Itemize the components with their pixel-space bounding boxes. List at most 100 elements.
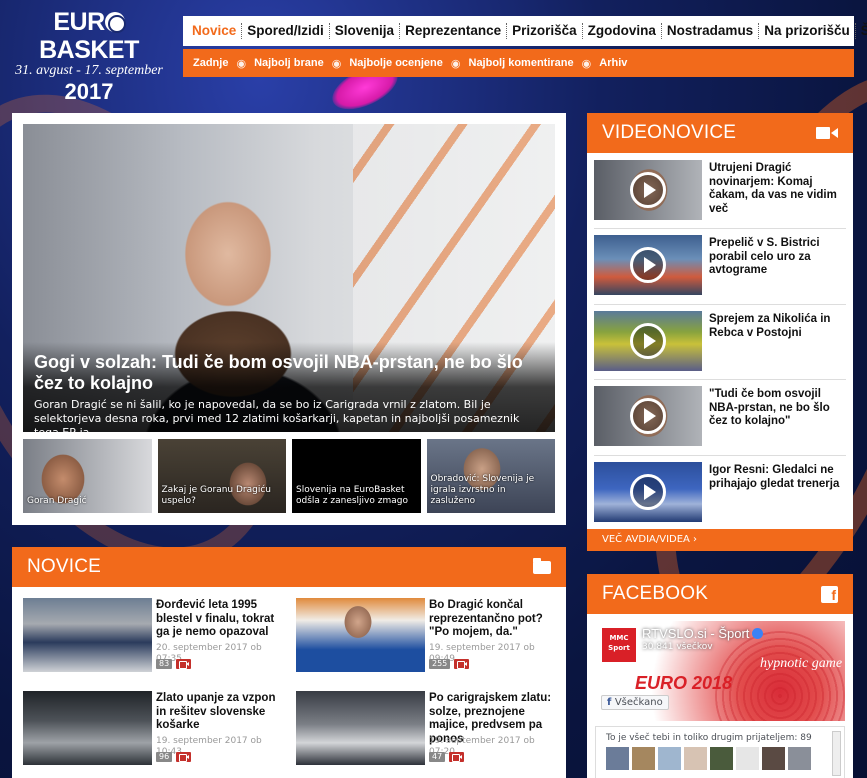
video-section-header: VIDEONOVICE [587,113,853,153]
facebook-icon[interactable]: f [821,585,838,603]
video-camera-icon [449,752,465,762]
video-title[interactable]: Igor Resni: Gledalci ne prihajajo gledat… [709,464,847,491]
friends-avatars [606,747,811,770]
nav-spored-izidi[interactable]: Spored/Izidi [242,23,330,39]
facebook-section-header: FACEBOOK f [587,574,853,614]
nav-prizorisca[interactable]: Prizorišča [507,23,583,39]
news-meta: 96 [156,752,192,762]
featured-thumbnails: Goran Dragić Zakaj je Goranu Dragiću usp… [23,439,555,513]
logo-title: EURBASKET [39,8,139,64]
scrollbar[interactable] [832,731,841,776]
facebook-like-button[interactable]: Všečkano [601,695,669,710]
featured-thumb[interactable]: Slovenija na EuroBasket odšla z zaneslji… [292,439,421,513]
nav-sport[interactable]: Šport [856,23,867,39]
news-title[interactable]: Đorđević leta 1995 blestel v finalu, tok… [156,599,284,640]
nav-slovenija[interactable]: Slovenija [330,23,401,39]
avatar[interactable] [632,747,655,770]
featured-thumb[interactable]: Goran Dragić [23,439,152,513]
video-camera-icon[interactable] [816,126,838,140]
video-item[interactable]: Prepelič v S. Bistrici porabil celo uro … [594,235,846,297]
nav-na-prizoriscu[interactable]: Na prizorišču [759,23,856,39]
eurobasket-logo[interactable]: EURBASKET 31. avgust - 17. september 201… [8,8,170,104]
news-meta: 47 [429,752,465,762]
subnav-arhiv[interactable]: Arhiv [599,57,627,69]
subnav-najbolje-ocenjene[interactable]: Najbolje ocenjene [349,57,443,69]
news-image[interactable] [23,598,152,672]
divider [594,379,846,380]
avatar[interactable] [658,747,681,770]
video-thumbnail[interactable] [594,235,702,295]
featured-article[interactable]: Gogi v solzah: Tudi če bom osvojil NBA-p… [23,124,555,432]
news-item[interactable]: Po carigrajskem zlatu: solze, preznojene… [296,691,556,769]
facebook-page-cover[interactable]: MMC Sport RTVSLO.si - Šport 30.841 všečk… [595,621,845,721]
play-icon[interactable] [630,398,666,434]
comment-count-badge[interactable]: 255 [429,659,451,669]
video-camera-icon [176,752,192,762]
news-section-title: NOVICE [27,556,102,577]
video-thumbnail[interactable] [594,386,702,446]
video-camera-icon [454,659,470,669]
play-icon[interactable] [630,474,666,510]
video-thumbnail[interactable] [594,160,702,220]
news-item[interactable]: Đorđević leta 1995 blestel v finalu, tok… [23,598,283,676]
comment-count-badge[interactable]: 83 [156,659,173,669]
news-section-header: NOVICE [12,547,566,587]
facebook-page-name[interactable]: RTVSLO.si - Šport [642,626,764,641]
subnav-najbolj-brane[interactable]: Najbolj brane [254,57,324,69]
avatar[interactable] [684,747,707,770]
news-meta: 255 [429,659,470,669]
thumb-caption: Zakaj je Goranu Dragiću uspelo? [161,485,272,506]
play-icon[interactable] [630,247,666,283]
avatar[interactable] [710,747,733,770]
facebook-section-title: FACEBOOK [602,583,709,604]
video-title[interactable]: Utrujeni Dragić novinarjem: Komaj čakam,… [709,162,847,216]
video-item[interactable]: Igor Resni: Gledalci ne prihajajo gledat… [594,462,846,524]
nav-zgodovina[interactable]: Zgodovina [583,23,662,39]
video-title[interactable]: Sprejem za Nikolića in Rebca v Postojni [709,313,847,340]
news-image[interactable] [23,691,152,765]
subnav-zadnje[interactable]: Zadnje [193,57,228,69]
comment-count-badge[interactable]: 96 [156,752,173,762]
play-icon[interactable] [630,323,666,359]
avatar[interactable] [788,747,811,770]
news-image[interactable] [296,598,425,672]
news-item[interactable]: Bo Dragić končal reprezentančno pot? "Po… [296,598,556,676]
more-videos-link[interactable]: VEČ AVDIA/VIDEA › [587,529,853,551]
news-title[interactable]: Zlato upanje za vzpon in rešitev slovens… [156,692,284,733]
video-title[interactable]: "Tudi če bom osvojil NBA-prstan, ne bo š… [709,388,847,429]
thumb-caption: Goran Dragić [27,496,87,506]
video-item[interactable]: "Tudi če bom osvojil NBA-prstan, ne bo š… [594,386,846,448]
nav-novice[interactable]: Novice [187,23,243,39]
thumb-caption: Slovenija na EuroBasket odšla z zaneslji… [296,485,408,506]
play-icon[interactable] [630,172,666,208]
avatar[interactable] [606,747,629,770]
avatar[interactable] [762,747,785,770]
divider [594,228,846,229]
featured-article-description: Goran Dragić se ni šalil, ko je napoveda… [34,398,520,432]
logo-dates: 31. avgust - 17. september [15,63,163,78]
news-title[interactable]: Bo Dragić končal reprezentančno pot? "Po… [429,599,557,640]
news-item[interactable]: Zlato upanje za vzpon in rešitev slovens… [23,691,283,769]
video-item[interactable]: Sprejem za Nikolića in Rebca v Postojni [594,311,846,373]
divider [594,455,846,456]
news-meta: 83 [156,659,192,669]
featured-thumb[interactable]: Obradović: Slovenija je igrala izvrstno … [426,439,555,513]
news-image[interactable] [296,691,425,765]
video-item[interactable]: Utrujeni Dragić novinarjem: Komaj čakam,… [594,160,846,222]
nav-nostradamus[interactable]: Nostradamus [662,23,760,39]
main-navigation: Novice Spored/Izidi Slovenija Reprezenta… [183,16,867,46]
featured-article-title[interactable]: Gogi v solzah: Tudi če bom osvojil NBA-p… [34,352,544,394]
featured-thumb[interactable]: Zakaj je Goranu Dragiću uspelo? [157,439,286,513]
mmc-sport-logo[interactable]: MMC Sport [601,627,637,663]
basketball-separator-icon: ◉ [236,56,247,70]
folder-icon[interactable] [533,557,551,574]
avatar[interactable] [736,747,759,770]
subnav-najbolj-komentirane[interactable]: Najbolj komentirane [469,57,574,69]
divider [594,304,846,305]
nav-reprezentance[interactable]: Reprezentance [400,23,508,39]
video-title[interactable]: Prepelič v S. Bistrici porabil celo uro … [709,237,847,278]
video-thumbnail[interactable] [594,311,702,371]
video-thumbnail[interactable] [594,462,702,522]
basketball-separator-icon: ◉ [331,56,342,70]
comment-count-badge[interactable]: 47 [429,752,446,762]
